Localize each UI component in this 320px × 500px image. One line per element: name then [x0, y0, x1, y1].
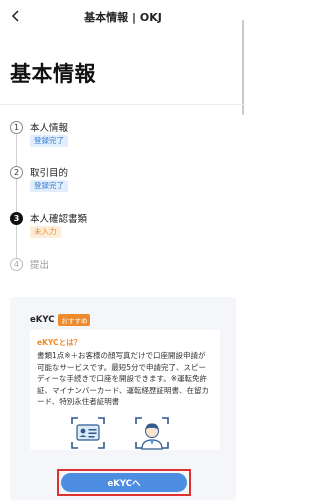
chevron-left-icon: [11, 10, 19, 22]
face-scan-icon: [135, 417, 169, 450]
id-card-icon: [71, 417, 105, 449]
status-badge: 登録完了: [30, 180, 68, 192]
ekyc-question: eKYCとは？: [37, 338, 82, 347]
step-label: 本人確認書類: [30, 214, 88, 225]
top-navigation-bar: 基本情報 | OKJ: [0, 0, 246, 34]
step-trade-purpose: 2 取引目的 登録完了: [8, 163, 238, 207]
divider: [0, 104, 246, 105]
page-title: 基本情報: [10, 62, 96, 86]
step-number: 1: [10, 121, 23, 134]
scrollbar[interactable]: [242, 20, 244, 115]
step-personal-info: 1 本人情報 登録完了: [8, 118, 238, 162]
ekyc-title: eKYC: [30, 315, 55, 325]
step-number: 2: [10, 166, 23, 179]
back-button[interactable]: [6, 6, 26, 26]
header-title: 基本情報 | OKJ: [84, 11, 162, 24]
ekyc-button[interactable]: eKYCへ: [61, 473, 187, 492]
step-label: 取引目的: [30, 168, 69, 179]
step-label: 本人情報: [30, 123, 69, 134]
step-label: 提出: [30, 260, 50, 271]
step-number: 4: [10, 258, 23, 271]
step-submit: 4 提出: [8, 255, 238, 299]
step-identity-documents: 3 本人確認書類 未入力: [8, 209, 238, 253]
step-number: 3: [10, 212, 23, 225]
status-badge: 未入力: [30, 226, 61, 238]
ekyc-card-header: eKYC おすすめ: [30, 314, 91, 326]
recommend-badge: おすすめ: [58, 314, 91, 326]
status-badge: 登録完了: [30, 135, 68, 147]
ekyc-description: 書類1点※＋お客様の顔写真だけで口座開設申請が可能なサービスです。最短5分で申請…: [37, 351, 210, 406]
